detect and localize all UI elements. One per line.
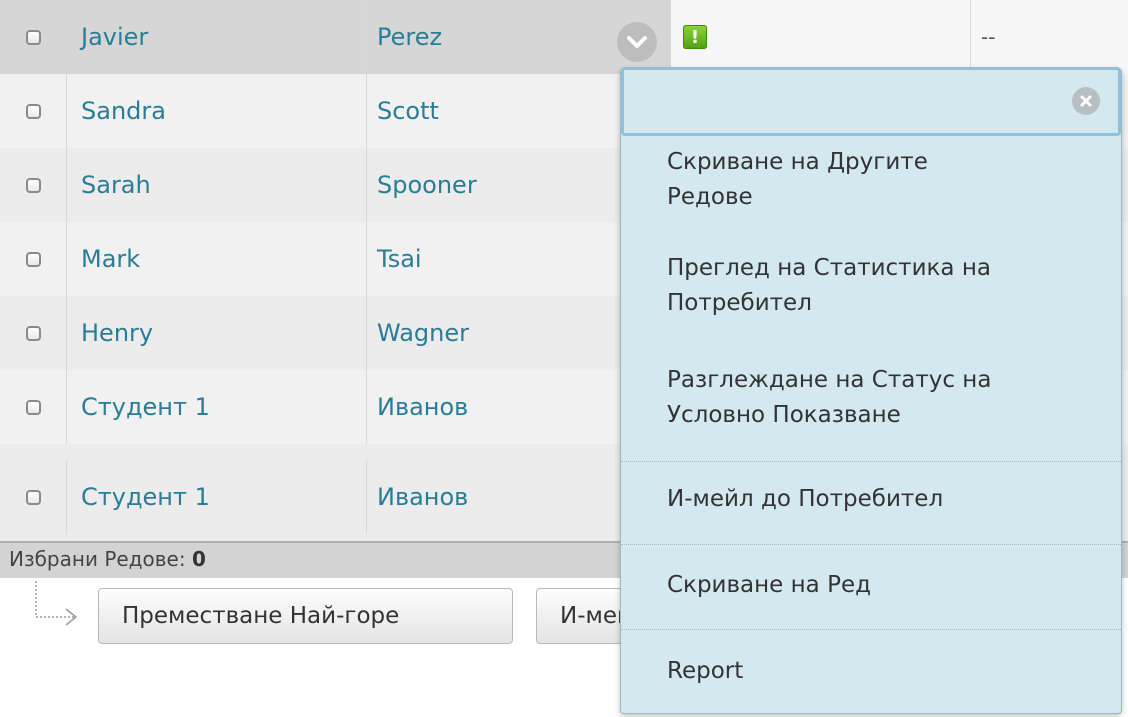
exclamation-alert-icon: !: [683, 25, 707, 49]
row-checkbox-cell: [0, 296, 67, 370]
menu-item-label: Скриване на Ред: [667, 572, 872, 598]
selected-rows-text: Избрани Редове:: [9, 547, 186, 571]
row-checkbox-cell: [0, 222, 67, 296]
row-checkbox[interactable]: [25, 177, 41, 193]
first-name-link[interactable]: Henry: [81, 319, 153, 347]
first-name-link[interactable]: Javier: [81, 23, 148, 51]
row-checkbox-cell: [0, 148, 67, 222]
first-name-cell: Sarah: [67, 148, 367, 222]
row-context-menu: Скриване на Другите Редове Преглед на Ст…: [620, 67, 1122, 714]
first-name-link[interactable]: Sarah: [81, 171, 151, 199]
last-name-link[interactable]: Scott: [377, 97, 439, 125]
last-name-link[interactable]: Иванов: [377, 483, 468, 511]
first-name-link[interactable]: Студент 1: [81, 483, 210, 511]
row-checkbox[interactable]: [25, 251, 41, 267]
row-checkbox-cell: [0, 370, 67, 444]
menu-item-label: Скриване на Другите: [667, 149, 928, 175]
menu-item-email-user[interactable]: И-мейл до Потребител: [667, 482, 1107, 517]
row-checkbox[interactable]: [25, 489, 41, 505]
row-checkbox-cell: [0, 460, 67, 534]
row-checkbox[interactable]: [25, 325, 41, 341]
last-name-link[interactable]: Иванов: [377, 393, 468, 421]
last-name-link[interactable]: Tsai: [377, 245, 422, 273]
last-name-link[interactable]: Wagner: [377, 319, 469, 347]
first-name-cell: Студент 1: [67, 460, 367, 534]
menu-divider: [621, 629, 1121, 630]
menu-divider: [621, 544, 1121, 545]
row-menu-button[interactable]: [617, 22, 657, 62]
row-checkbox[interactable]: [25, 29, 41, 45]
first-name-cell: Henry: [67, 296, 367, 370]
menu-item-adaptive-release-status[interactable]: Разглеждане на Статус на Условно Показва…: [667, 363, 1107, 433]
menu-search-field[interactable]: [621, 67, 1121, 136]
chevron-down-icon: [627, 36, 647, 48]
row-checkbox[interactable]: [25, 103, 41, 119]
extra-value: --: [981, 25, 996, 49]
first-name-cell: Mark: [67, 222, 367, 296]
last-name-link[interactable]: Spooner: [377, 171, 477, 199]
table-row: Javier Perez ! --: [0, 0, 1128, 75]
menu-item-label: Разглеждане на Статус на: [667, 367, 992, 393]
first-name-cell: Студент 1: [67, 370, 367, 444]
first-name-cell: Sandra: [67, 74, 367, 148]
menu-item-hide-row[interactable]: Скриване на Ред: [667, 568, 1107, 603]
first-name-link[interactable]: Студент 1: [81, 393, 210, 421]
selected-rows-count: 0: [191, 547, 206, 571]
close-icon[interactable]: [1072, 87, 1100, 115]
first-name-link[interactable]: Sandra: [81, 97, 166, 125]
arrow-connector-icon: [35, 581, 78, 626]
extra-cell: --: [971, 0, 1128, 74]
menu-item-label: Report: [667, 658, 744, 684]
menu-item-hide-other-rows[interactable]: Скриване на Другите Редове: [667, 145, 1107, 215]
menu-item-label: Условно Показване: [667, 402, 901, 428]
menu-divider: [621, 461, 1121, 462]
selected-rows-label: Избрани Редове: 0: [9, 547, 206, 571]
menu-item-user-statistics[interactable]: Преглед на Статистика на Потребител: [667, 251, 1107, 321]
first-name-link[interactable]: Mark: [81, 245, 140, 273]
first-name-cell: Javier: [67, 0, 367, 74]
status-cell: !: [671, 0, 971, 74]
row-checkbox-cell: [0, 74, 67, 148]
menu-item-label: Преглед на Статистика на: [667, 255, 991, 281]
row-checkbox[interactable]: [25, 399, 41, 415]
menu-item-label: Потребител: [667, 290, 812, 316]
last-name-link[interactable]: Perez: [377, 23, 442, 51]
menu-item-report[interactable]: Report: [667, 654, 1107, 689]
row-checkbox-cell: [0, 0, 67, 74]
move-to-top-button[interactable]: Преместване Най-горе: [98, 588, 513, 644]
menu-item-label: И-мейл до Потребител: [667, 486, 944, 512]
menu-item-label: Редове: [667, 184, 753, 210]
